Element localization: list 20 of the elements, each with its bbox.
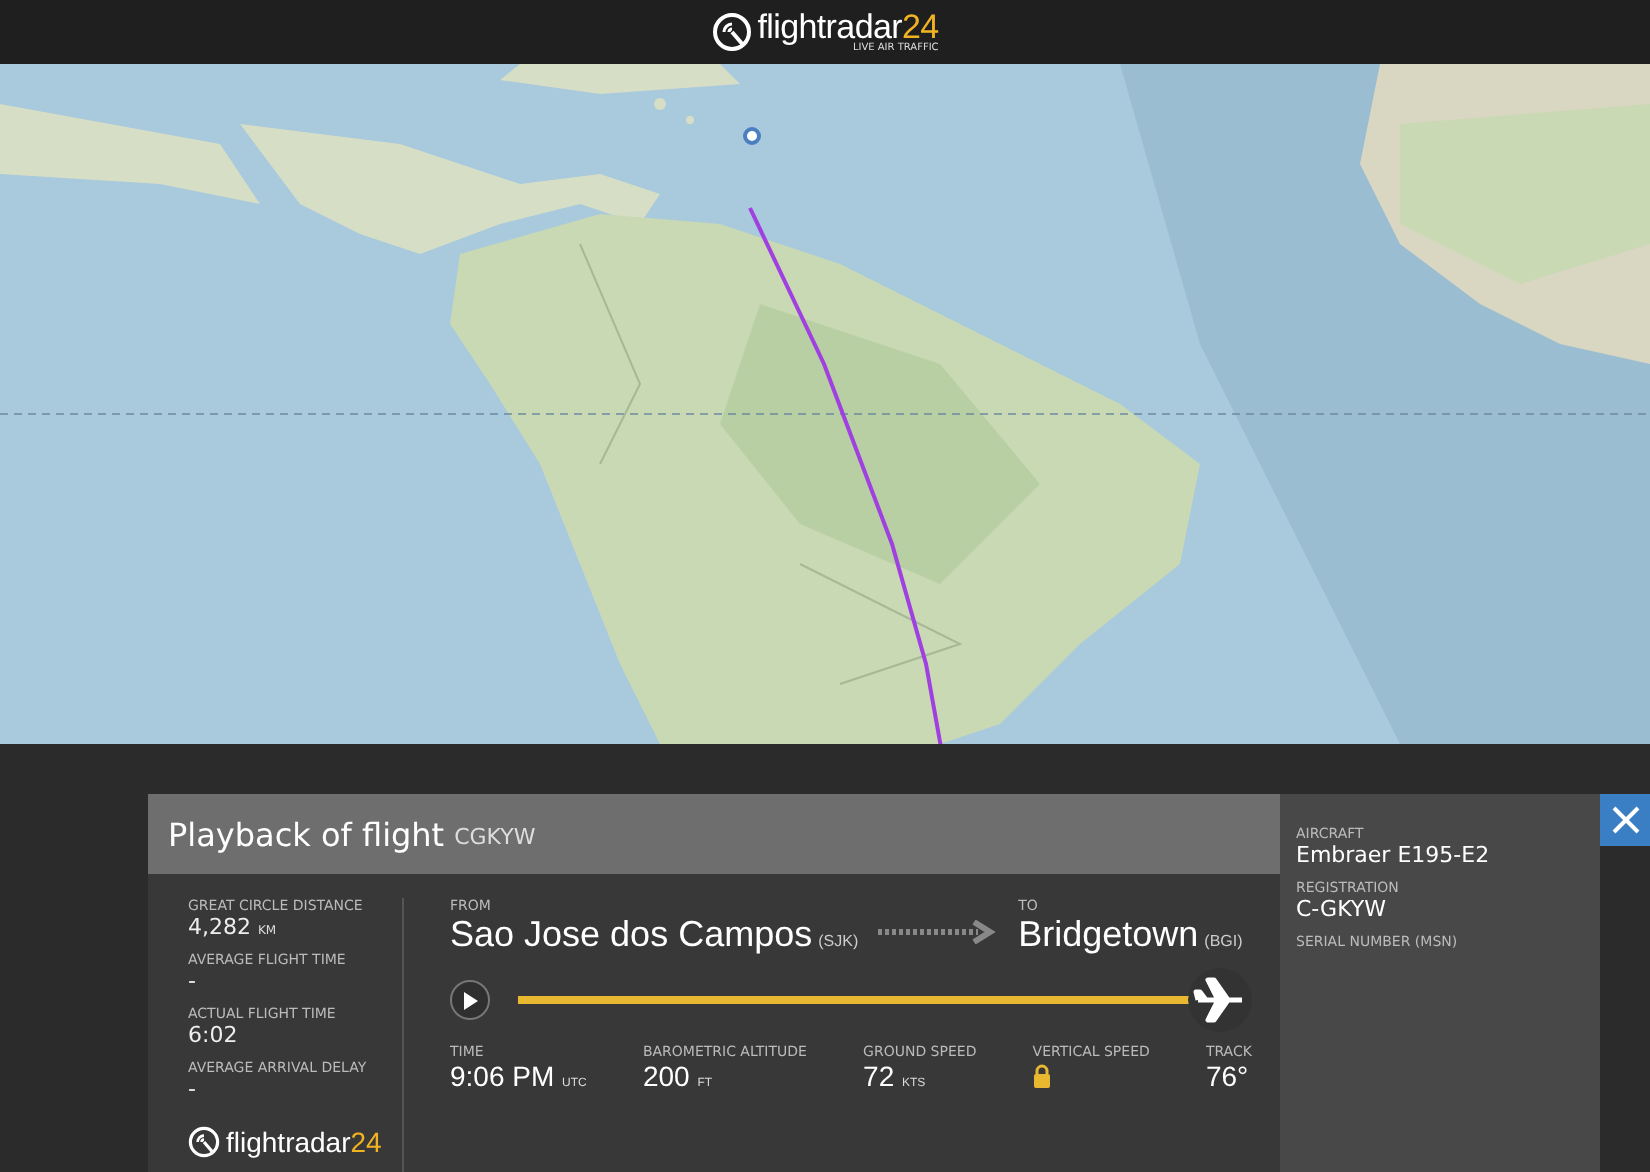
play-icon [462, 991, 478, 1009]
aircraft-value: C-GKYW [1296, 896, 1388, 922]
callsign: CGKYW [454, 824, 536, 850]
stat-value: - [188, 1076, 198, 1102]
close-button[interactable] [1600, 794, 1650, 846]
radar-logo-icon [188, 1126, 220, 1158]
panel-title: Playback of flight [168, 815, 445, 853]
close-icon [1611, 806, 1639, 834]
logo-text: flightradar24 [226, 1126, 382, 1158]
radar-logo-icon [711, 12, 752, 52]
telemetry-value: 76° [1205, 1060, 1251, 1092]
lock-icon [1032, 1064, 1053, 1088]
play-button[interactable] [450, 980, 490, 1020]
stat-value: - [188, 968, 198, 994]
aircraft-value: Embraer E195-E2 [1296, 842, 1492, 868]
destination-city: Bridgetown (BGI) [1018, 914, 1243, 956]
stat-value: 6:02 [188, 1022, 240, 1048]
logo-text: flightradar24 [757, 10, 939, 44]
origin-city: Sao Jose dos Campos (SJK) [450, 914, 859, 956]
route-arrow-icon [878, 920, 999, 944]
